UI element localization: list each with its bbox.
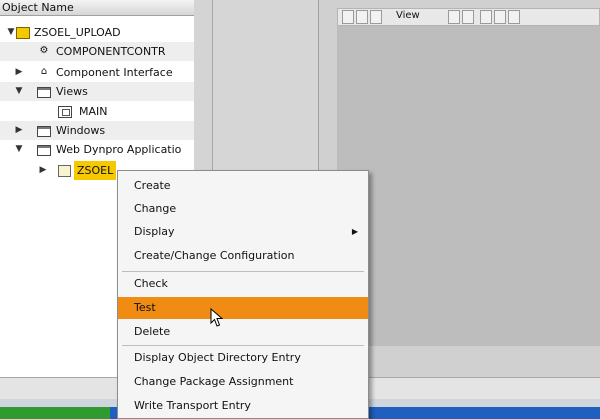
tree-node-label: ZSOEL bbox=[74, 161, 117, 180]
toolbar-button[interactable] bbox=[342, 10, 354, 24]
toolbar-button[interactable] bbox=[356, 10, 368, 24]
menu-separator bbox=[122, 271, 364, 272]
tree-node-web-dynpro-applications[interactable]: ▼ Web Dynpro Applicatio bbox=[0, 140, 194, 159]
view-label: View bbox=[396, 10, 420, 21]
context-menu: Create Change Display ▶ Create/Change Co… bbox=[117, 170, 369, 419]
tree-node-views[interactable]: ▼ Views bbox=[0, 82, 194, 101]
menu-item-display-object-directory-entry[interactable]: Display Object Directory Entry bbox=[120, 347, 366, 369]
mouse-cursor-icon bbox=[210, 308, 224, 327]
start-button[interactable] bbox=[0, 407, 110, 419]
tree-node-main[interactable]: MAIN bbox=[0, 102, 194, 121]
menu-item-test[interactable]: Test bbox=[118, 297, 368, 319]
expand-arrow-icon[interactable]: ▶ bbox=[38, 161, 48, 180]
menu-item-create-change-configuration[interactable]: Create/Change Configuration bbox=[120, 245, 366, 267]
tree-node-label: COMPONENTCONTR bbox=[56, 45, 166, 58]
toolbar-button[interactable] bbox=[370, 10, 382, 24]
menu-item-write-transport-entry[interactable]: Write Transport Entry bbox=[120, 395, 366, 417]
menu-item-label: Display bbox=[134, 225, 175, 238]
menu-item-check[interactable]: Check bbox=[120, 273, 366, 295]
expand-arrow-icon[interactable]: ▼ bbox=[6, 23, 16, 42]
toolbar-button[interactable] bbox=[462, 10, 474, 24]
menu-item-delete[interactable]: Delete bbox=[120, 321, 366, 343]
menu-item-change-package-assignment[interactable]: Change Package Assignment bbox=[120, 371, 366, 393]
toolbar-button[interactable] bbox=[448, 10, 460, 24]
expand-arrow-icon[interactable]: ▶ bbox=[14, 63, 24, 82]
expand-arrow-icon[interactable]: ▼ bbox=[14, 140, 24, 159]
tree-node-zsoel-upload[interactable]: ▼ ZSOEL_UPLOAD bbox=[0, 23, 194, 42]
tree-node-label: Views bbox=[56, 85, 88, 98]
expand-arrow-icon[interactable]: ▼ bbox=[14, 82, 24, 101]
toolbar-button[interactable] bbox=[480, 10, 492, 24]
tree-node-label: Web Dynpro Applicatio bbox=[56, 143, 182, 156]
tree-column-header[interactable]: Object Name bbox=[0, 0, 194, 16]
menu-item-change[interactable]: Change bbox=[120, 198, 366, 220]
tree-node-componentcontroller[interactable]: ⚙ COMPONENTCONTR bbox=[0, 42, 194, 61]
web-dynpro-app-icon bbox=[58, 165, 71, 177]
controller-icon: ⚙ bbox=[39, 45, 49, 56]
layout-canvas bbox=[337, 26, 600, 346]
component-icon bbox=[16, 27, 30, 39]
interface-icon: ⌂ bbox=[40, 66, 48, 77]
folder-icon bbox=[37, 87, 51, 98]
tree-node-label: Windows bbox=[56, 124, 106, 137]
menu-item-create[interactable]: Create bbox=[120, 175, 366, 197]
toolbar-button[interactable] bbox=[508, 10, 520, 24]
tree-node-label: MAIN bbox=[79, 105, 108, 118]
window-folder-icon bbox=[37, 126, 51, 137]
view-icon bbox=[58, 106, 72, 118]
menu-separator bbox=[122, 345, 364, 346]
tree-node-component-interface[interactable]: ▶ ⌂ Component Interface bbox=[0, 63, 194, 82]
layout-toolbar: View bbox=[337, 8, 600, 26]
tree-node-windows[interactable]: ▶ Windows bbox=[0, 121, 194, 140]
tree-node-label: ZSOEL_UPLOAD bbox=[34, 26, 121, 39]
toolbar-button[interactable] bbox=[494, 10, 506, 24]
expand-arrow-icon[interactable]: ▶ bbox=[14, 121, 24, 140]
window-folder-icon bbox=[37, 145, 51, 156]
submenu-arrow-icon: ▶ bbox=[351, 227, 358, 236]
tree-node-label: Component Interface bbox=[56, 66, 173, 79]
menu-item-display[interactable]: Display ▶ bbox=[120, 221, 366, 243]
